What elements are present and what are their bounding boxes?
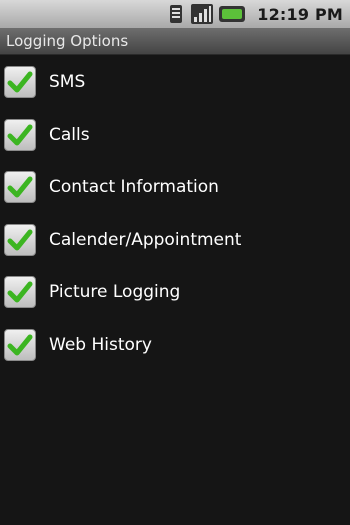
check-icon — [7, 71, 33, 93]
check-icon — [7, 281, 33, 303]
battery-icon — [219, 4, 246, 24]
option-row-sms[interactable]: SMS — [0, 56, 350, 109]
option-label-picture-logging: Picture Logging — [49, 282, 181, 303]
option-row-picture-logging[interactable]: Picture Logging — [0, 266, 350, 319]
option-row-calls[interactable]: Calls — [0, 109, 350, 162]
checkbox-sms[interactable] — [4, 66, 36, 99]
status-time: 12:19 PM — [257, 4, 343, 24]
option-label-calender-appointment: Calender/Appointment — [49, 229, 242, 250]
checkbox-picture-logging[interactable] — [4, 276, 36, 309]
option-label-calls: Calls — [49, 124, 90, 145]
signal-strength-icon — [191, 4, 214, 24]
checkbox-calls[interactable] — [4, 118, 36, 151]
checkbox-calender-appointment[interactable] — [4, 223, 36, 256]
option-row-calender-appointment[interactable]: Calender/Appointment — [0, 214, 350, 267]
check-icon — [7, 334, 33, 356]
option-row-contact-information[interactable]: Contact Information — [0, 161, 350, 214]
status-bar: 12:19 PM — [0, 0, 350, 28]
check-icon — [7, 176, 33, 198]
option-label-sms: SMS — [49, 72, 86, 93]
title-bar: Logging Options — [0, 28, 350, 55]
options-list: SMS Calls Contact Information Calender/A… — [0, 56, 350, 371]
option-row-web-history[interactable]: Web History — [0, 319, 350, 372]
page-title: Logging Options — [6, 32, 129, 50]
sim-card-icon — [167, 4, 185, 24]
checkbox-web-history[interactable] — [4, 328, 36, 361]
check-icon — [7, 229, 33, 251]
option-label-web-history: Web History — [49, 334, 152, 355]
checkbox-contact-information[interactable] — [4, 171, 36, 204]
check-icon — [7, 124, 33, 146]
option-label-contact-information: Contact Information — [49, 177, 219, 198]
